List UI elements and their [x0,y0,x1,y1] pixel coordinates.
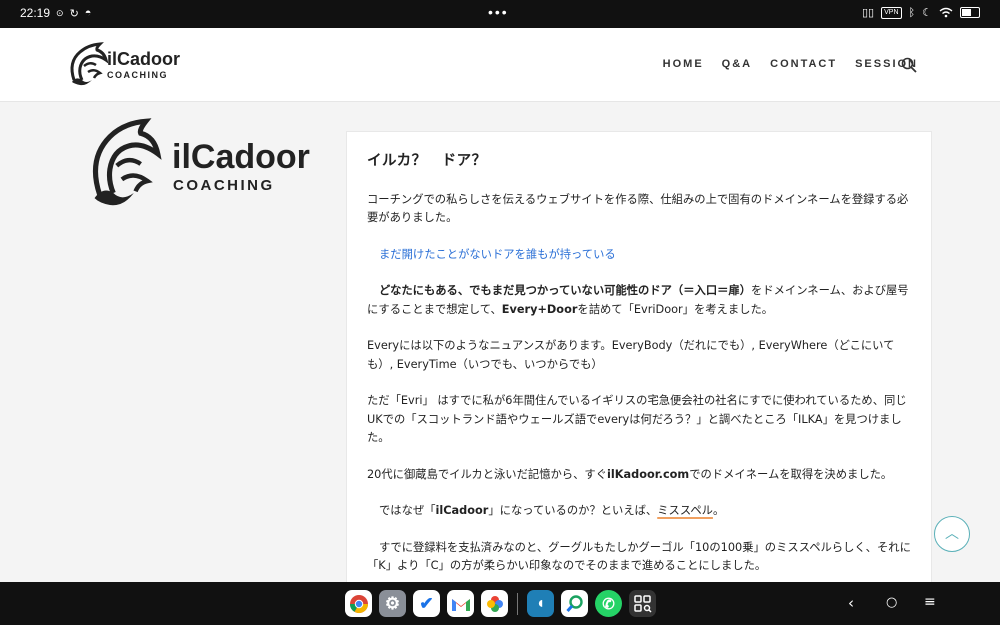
bluetooth-icon: ᛒ [908,6,916,19]
tasks-icon[interactable]: ✔ [413,590,440,617]
wifi-icon [939,7,953,18]
clock: 22:19 [20,6,51,20]
system-status-bar: 22:19 ⊙ ↻ ◓ ••• ▯▯ VPN ᛒ ☾ [0,0,1000,28]
paragraph-5: ただ「Evri」 はすでに私が6年間住んでいるイギリスの宅急便会社の社名にすでに… [367,394,907,444]
nav-contact[interactable]: CONTACT [770,58,837,70]
notification-icon: ⊙ [56,7,64,18]
header-brand-name[interactable]: ilCadoor [107,50,180,68]
paragraph-3-bold: どなたにもある、でもまだ見つかっていない可能性のドア（＝入口＝扉） [379,284,752,297]
dolphin-app-icon[interactable]: ◖ [527,590,554,617]
app-dock: ⚙ ✔ ◖ ✆ [345,590,656,617]
paragraph-4: Everyには以下のようなニュアンスがあります。EveryBody（だれにでも）… [367,339,895,371]
paragraph-7-bold: ilCadoor [435,504,489,517]
paragraph-1: コーチングでの私らしさを伝えるウェブサイトを作る際、仕組みの上で固有のドメインネ… [367,192,909,225]
multitask-dots-icon[interactable]: ••• [488,4,509,20]
paragraph-6-text-b: でのドメイネームを取得を決めました。 [689,467,893,481]
battery-icon [960,7,980,18]
paragraph-8-text: すでに登録料を支払済みなのと、グーグルもたしかグーゴル「10の100乗」のミスス… [367,540,911,573]
system-taskbar: ⚙ ✔ ◖ ✆ ‹ ○ ≡ [0,582,1000,625]
search-icon[interactable] [901,57,917,73]
sync-icon: ↻ [69,7,79,20]
article-card: イルカ？ ドア？ コーチングでの私らしさを伝えるウェブサイトを作る際、仕組みの上… [346,131,932,591]
site-header: ilCadoor COACHING HOME Q&A CONTACT SESSI… [0,28,1000,102]
paragraph-8: すでに登録料を支払済みなのと、グーグルもたしかグーゴル「10の100乗」のミスス… [367,539,915,576]
paragraph-7-text-a: ではなぜ「 [379,504,436,517]
paragraph-6-bold: ilKadoor.com [606,467,690,481]
paragraph-6-text-a: 20代に御蔵島でイルカと泳いだ記憶から、すぐ [367,467,607,481]
gmail-icon[interactable] [447,590,474,617]
do-not-disturb-icon: ☾ [922,7,932,19]
settings-icon[interactable]: ⚙ [379,590,406,617]
paragraph-7: ではなぜ「ilCadoor」になっているのか？といえば、ミススペル。 [367,502,915,521]
reading-mode-icon: ▯▯ [862,7,875,19]
nav-home[interactable]: HOME [663,58,704,70]
paragraph-7-underlined: ミススペル [657,504,713,517]
article-body: イルカ？ ドア？ コーチングでの私らしさを伝えるウェブサイトを作る際、仕組みの上… [367,152,915,590]
vpn-icon: VPN [881,6,902,19]
dock-divider [517,592,518,615]
paragraph-7-text-c: 。 [712,504,725,517]
status-right: ▯▯ VPN ᛒ ☾ [862,6,980,19]
back-to-top-button[interactable]: ︿ [934,516,970,552]
search-app-icon[interactable] [561,590,588,617]
whatsapp-icon[interactable]: ✆ [595,590,622,617]
recents-nav-icon[interactable]: ≡ [924,594,936,610]
paragraph-7-text-b: 」になっているのか？といえば、 [488,504,658,517]
status-left: 22:19 ⊙ ↻ ◓ [20,6,91,20]
paragraph-3-text-b: を詰めて「EvriDoor」を考えました。 [577,302,774,316]
article-title: イルカ？ ドア？ [367,153,487,169]
main-nav: HOME Q&A CONTACT SESSION [663,58,918,70]
chrome-icon[interactable] [345,590,372,617]
photos-icon[interactable] [481,590,508,617]
sidebar-brand-subtitle: COACHING [173,177,275,194]
chevron-up-icon: ︿ [945,526,959,542]
sidebar-brand-name: ilCadoor [172,138,310,176]
nav-qa[interactable]: Q&A [722,58,752,70]
back-nav-icon[interactable]: ‹ [848,594,854,612]
home-nav-icon[interactable]: ○ [886,595,897,610]
paragraph-6: 20代に御蔵島でイルカと泳いだ記憶から、すぐilKadoor.comでのドメイネ… [367,466,915,485]
paragraph-3: どなたにもある、でもまだ見つかっていない可能性のドア（＝入口＝扉）をドメインネー… [367,282,915,319]
article-link[interactable]: まだ開けたことがないドアを誰もが持っている [367,246,915,265]
app-notification-icon: ◓ [84,7,92,19]
dolphin-logo-large-icon [92,118,162,206]
paragraph-3-bold-2: Every+Door [501,302,578,316]
header-brand-subtitle: COACHING [107,70,168,80]
app-drawer-icon[interactable] [629,590,656,617]
